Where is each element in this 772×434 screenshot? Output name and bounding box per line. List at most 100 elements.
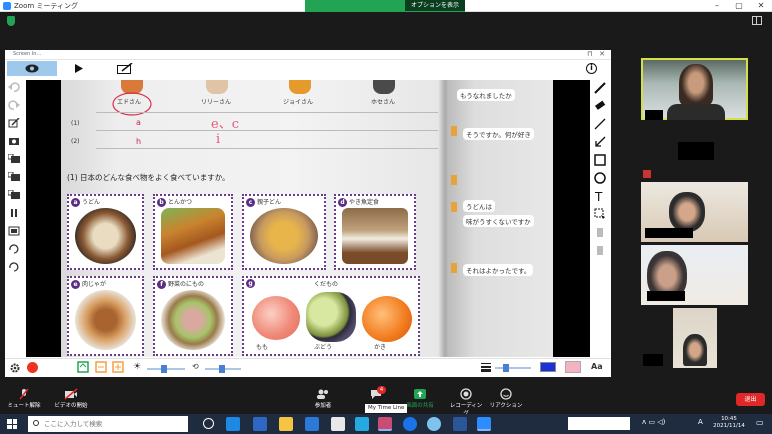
arrow-icon[interactable] — [594, 136, 606, 148]
info-icon[interactable]: i — [586, 63, 597, 74]
security-shield-icon[interactable] — [7, 16, 15, 26]
slider-thumb[interactable] — [161, 365, 167, 373]
row-label-1: (1) — [71, 120, 80, 127]
capture-icon[interactable] — [8, 154, 20, 164]
select-icon[interactable] — [594, 208, 606, 220]
app-icon[interactable] — [355, 417, 369, 431]
eraser-icon[interactable] — [594, 100, 606, 112]
circle-icon[interactable] — [594, 172, 606, 184]
maximize-icon[interactable]: ▢ — [728, 0, 750, 12]
highlight-color-swatch[interactable] — [565, 361, 581, 373]
start-video-button[interactable]: ビデオの開始 — [52, 388, 90, 409]
leave-meeting-button[interactable]: 退出 — [736, 393, 765, 406]
chat-button[interactable]: 4 — [365, 386, 387, 401]
speaker-marker — [451, 126, 457, 136]
gallery-icon[interactable] — [8, 190, 20, 200]
record-button[interactable] — [27, 362, 38, 373]
zoom-area-icon[interactable] — [8, 226, 20, 236]
edge-browser-icon[interactable] — [226, 417, 240, 431]
slider-thumb[interactable] — [219, 365, 225, 373]
app-icon[interactable] — [427, 417, 441, 431]
line-width-icon[interactable] — [481, 362, 491, 372]
food-card-a: a うどん — [67, 194, 144, 270]
explorer-icon[interactable] — [279, 417, 293, 431]
gallery-view-icon[interactable] — [752, 16, 762, 25]
record-meeting-button[interactable]: レコーディング — [448, 388, 484, 417]
play-icon[interactable] — [75, 64, 83, 73]
zoom-taskbar-icon[interactable] — [477, 417, 491, 431]
cortana-icon[interactable] — [203, 418, 214, 429]
record-video-icon[interactable] — [8, 172, 20, 182]
participants-button[interactable]: 参加者 — [310, 388, 336, 409]
participant-name-tag — [645, 228, 693, 238]
zoom-out-icon[interactable] — [95, 361, 107, 373]
video-tile[interactable] — [641, 308, 748, 368]
text-icon[interactable]: T — [594, 190, 606, 202]
mic-muted-icon — [19, 388, 29, 400]
edit-icon[interactable] — [8, 118, 20, 128]
tray-input-box[interactable] — [568, 417, 630, 430]
video-tile-off[interactable] — [641, 124, 748, 180]
food-name: 野菜のにもの — [168, 281, 205, 288]
redo-icon[interactable] — [8, 100, 20, 110]
annotate-mode-icon[interactable] — [117, 63, 133, 74]
speech-bubble: それはよかったです。 — [463, 264, 534, 276]
pen-color-swatch[interactable] — [540, 362, 556, 372]
rectangle-icon[interactable] — [594, 154, 606, 166]
store-icon[interactable] — [253, 417, 267, 431]
shared-window-controls[interactable]: ⊓ ✕ — [587, 50, 605, 58]
rotate-icon[interactable] — [8, 244, 20, 254]
food-letter: e — [71, 280, 80, 289]
view-mode-button[interactable] — [7, 61, 57, 76]
oyakodon-photo — [250, 208, 318, 264]
flip-icon[interactable] — [8, 262, 20, 272]
nimono-photo — [161, 290, 225, 350]
brightness-slider[interactable] — [147, 365, 185, 373]
search-input[interactable] — [44, 418, 184, 429]
clear-icon[interactable] — [594, 226, 606, 238]
speaker-marker — [451, 263, 457, 273]
fruit-label: ぶどう — [314, 344, 333, 351]
windows-start-icon[interactable] — [7, 419, 17, 429]
app-icon[interactable] — [331, 417, 345, 431]
taskbar-search[interactable] — [28, 416, 188, 432]
app-icon[interactable] — [378, 417, 392, 431]
fit-screen-icon[interactable] — [77, 361, 89, 373]
peach-photo — [252, 296, 300, 340]
tray-icons[interactable]: ʌ ▭ ◁) — [642, 418, 665, 426]
font-size-icon[interactable]: Aa — [591, 362, 603, 371]
view-options-button[interactable]: オプションを表示 — [405, 0, 465, 11]
zoom-in-icon[interactable] — [112, 361, 124, 373]
ime-icon[interactable]: A — [698, 418, 703, 426]
notification-icon[interactable]: ▭ — [756, 418, 764, 427]
delete-all-icon[interactable] — [594, 244, 606, 256]
food-letter: b — [157, 198, 166, 207]
textbook-left-page: エドさん リリーさん ジョイさん ホセさん (1) (2) a h e、c i … — [61, 80, 449, 357]
settings-gear-icon[interactable] — [10, 363, 20, 373]
share-screen-icon — [414, 389, 426, 399]
focus-slider[interactable] — [205, 365, 241, 373]
line-width-slider[interactable] — [495, 364, 531, 372]
word-icon[interactable] — [453, 417, 467, 431]
pause-icon[interactable] — [8, 208, 20, 218]
minimize-icon[interactable]: – — [706, 0, 728, 12]
reactions-button[interactable]: リアクション — [489, 388, 523, 409]
system-clock[interactable]: 10:45 2021/11/14 — [706, 416, 752, 430]
video-tile[interactable] — [641, 245, 748, 305]
food-name: 親子どん — [257, 199, 282, 206]
app-icon[interactable] — [403, 417, 417, 431]
line-icon[interactable] — [594, 118, 606, 130]
close-icon[interactable]: ✕ — [750, 0, 772, 12]
undo-icon[interactable] — [8, 82, 20, 92]
unmute-button[interactable]: ミュート解除 — [7, 388, 41, 409]
mail-icon[interactable] — [305, 417, 319, 431]
speech-bubble: もうなれましたか — [457, 89, 515, 101]
video-tile[interactable] — [641, 182, 748, 242]
video-tile-active-speaker[interactable] — [641, 58, 748, 120]
speech-bubble: うどんは — [463, 200, 495, 212]
slider-thumb[interactable] — [503, 364, 509, 372]
participant-video — [667, 104, 725, 120]
share-screen-button[interactable]: 画面の共有 — [403, 388, 437, 409]
camera-icon[interactable] — [8, 136, 20, 146]
pen-icon[interactable] — [594, 82, 606, 94]
